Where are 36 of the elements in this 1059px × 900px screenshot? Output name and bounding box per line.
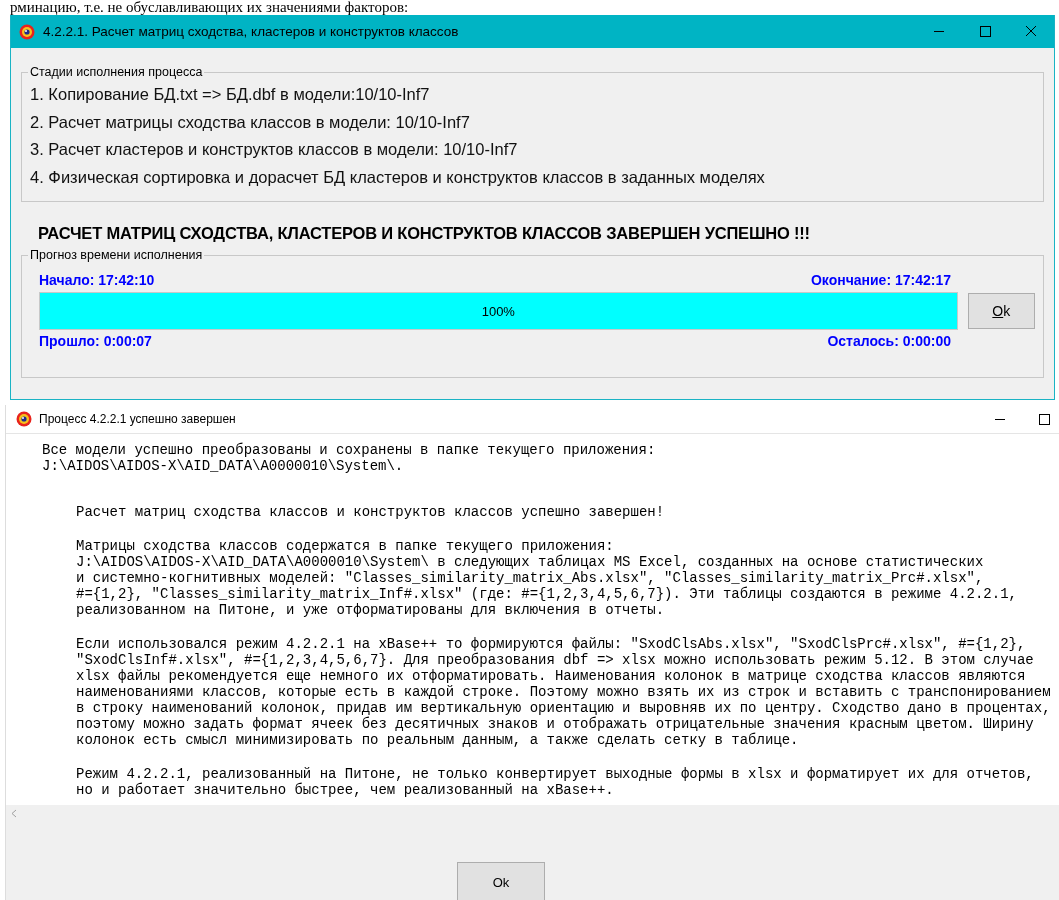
message-line: "SxodClsInf#.xlsx", #={1,2,3,4,5,6,7}. Для преобразования dbf => xlsx можно использовать режим 5.12. В этом случае [76,652,1035,668]
message-line: Режим 4.2.2.1, реализованный на Питоне, не только конвертирует выходные формы в xlsx и форматирует их для отчетов, [76,766,1035,782]
status-message: РАСЧЕТ МАТРИЦ СХОДСТВА, КЛАСТЕРОВ И КОНСТРУКТОВ КЛАССОВ ЗАВЕРШЕН УСПЕШНО !!! [38,224,811,243]
message-line: xlsx файлы рекомендуется еще немного их отформатировать. Наименования колонок в матрице сходства классов являются [76,668,1027,684]
message-line: в строку наименований колонок, придав им вертикальную ориентацию и выровняв их по центру. Сходство дано в процентах, [76,700,1052,716]
document-text: рминацию, т.е. не обуславливающих их значениями факторов: [10,0,409,15]
message-line: колонок есть смысл минимизировать по реальным данным, а также сделать сетку в таблице. [76,732,800,748]
message-line: наименованиями классов, которые есть в каждой строке. Поэтому можно взять их из строк и вставить с транспонированием [76,684,1052,700]
message-line: J:\AIDOS\AIDOS-X\AID_DATA\A0000010\System\ в следующих таблицах MS Excel, созданных на основе статистических [76,554,985,570]
message-line: #={1,2}, "Classes_similarity_matrix_Inf#.xlsx" (где: #={1,2,3,4,5,6,7}). Эти таблицы создаются в режиме 4.2.2.1, [76,586,1018,602]
message-line: реализованном на Питоне, и уже отформатированы для включения в отчеты. [76,602,666,618]
window-title: 4.2.2.1. Расчет матриц сходства, кластеров и конструктов классов [43,24,460,39]
message-line: Все модели успешно преобразованы и сохранены в папке текущего приложения: [42,442,657,458]
stage-item: 1. Копирование БД.txt => БД.dbf в модели:10/10-Inf7 [30,84,431,105]
stage-item: 3. Расчет кластеров и конструктов классов в модели: 10/10-Inf7 [30,139,519,160]
message-line: Расчет матриц сходства классов и конструктов классов успешно завершен! [76,504,666,520]
remaining-time: Осталось: 0:00:00 [827,333,951,349]
progress-label: 100% [481,303,515,319]
group-legend: Стадии исполнения процесса [28,65,205,79]
app-logo-icon [19,23,35,40]
message-line: Если использовался режим 4.2.2.1 на xBase++ то формируются файлы: "SxodClsAbs.xlsx", "SxodClsPrc#.xlsx", #={1,2}, [76,636,1027,652]
group-legend: Прогноз времени исполнения [28,248,205,262]
message-line: J:\AIDOS\AIDOS-X\AID_DATA\A0000010\System\. [42,458,405,474]
end-time: Окончание: 17:42:17 [810,272,951,288]
ok-button[interactable]: Ok [457,862,545,900]
message-line: поэтому можно задать формат ячеек без десятичных знаков и отображать отрицательные значения красным цветом. Ширину [76,716,1035,732]
start-time: Начало: 17:42:10 [39,272,155,288]
message-line: но и работает значительно быстрее, чем реализованный на xBase++. [76,782,615,798]
ok-button[interactable]: Ok [967,293,1035,329]
message-line: и системно-когнитивных моделей: "Classes_similarity_matrix_Abs.xlsx", "Classes_similarity_matrix_Prc#.xlsx", [76,570,985,586]
window-title: Процесс 4.2.2.1 успешно завершен [39,412,237,426]
message-line: Матрицы сходства классов содержатся в папке текущего приложения: [76,538,615,554]
app-logo-icon [16,411,32,427]
stage-item: 4. Физическая сортировка и дорасчет БД кластеров и конструктов классов в заданных моделях [30,166,766,188]
elapsed-time: Прошло: 0:00:07 [39,333,152,349]
stage-item: 2. Расчет матрицы сходства классов в модели: 10/10-Inf7 [30,111,471,133]
